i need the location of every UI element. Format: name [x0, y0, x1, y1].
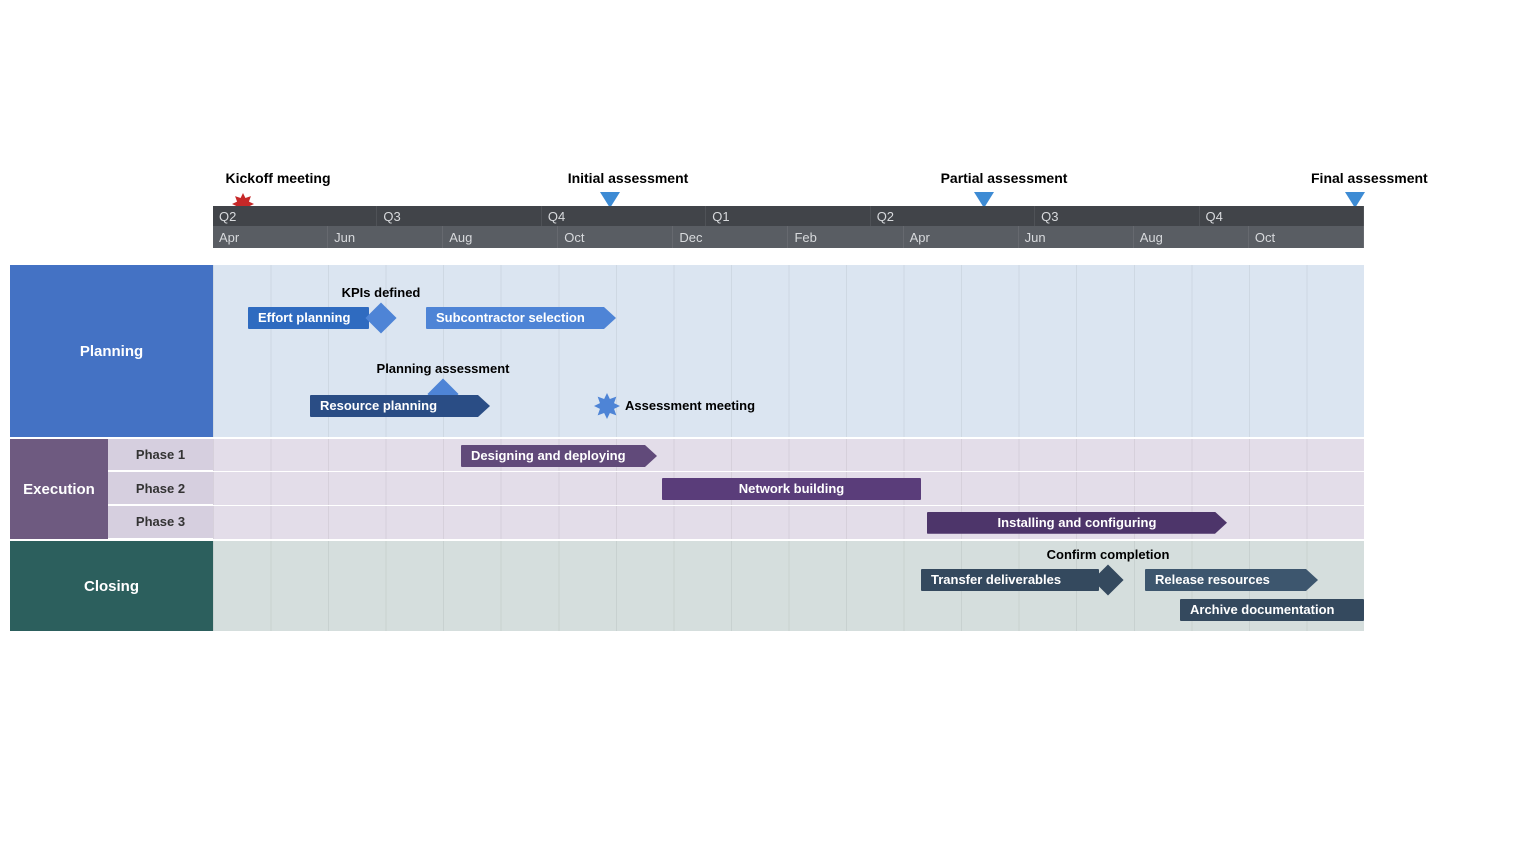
burst-icon: [594, 393, 620, 419]
task-release-resources: Release resources: [1145, 569, 1318, 591]
lane-body-closing: Transfer deliverables Confirm completion…: [213, 541, 1364, 631]
quarter-cell: Q4: [1200, 206, 1364, 226]
phase-body-2: Network building: [213, 472, 1364, 504]
month-cell: Aug: [1134, 226, 1249, 248]
milestone-label-partial: Partial assessment: [941, 170, 1068, 186]
phase-head-1: Phase 1: [108, 439, 213, 471]
quarter-cell: Q4: [542, 206, 706, 226]
month-cell: Feb: [788, 226, 903, 248]
milestone-label-final: Final assessment: [1311, 170, 1428, 186]
lane-execution: Execution Phase 1 Designing and deployin…: [10, 439, 1364, 541]
month-cell: Jun: [1019, 226, 1134, 248]
milestone-label-planning-assessment: Planning assessment: [377, 361, 510, 376]
month-cell: Dec: [673, 226, 788, 248]
phase-body-1: Designing and deploying: [213, 439, 1364, 471]
lane-head-execution: Execution: [10, 439, 108, 539]
quarter-cell: Q1: [706, 206, 870, 226]
month-cell: Oct: [1249, 226, 1364, 248]
milestone-label-kpis: KPIs defined: [342, 285, 421, 300]
milestone-label-kickoff: Kickoff meeting: [225, 170, 330, 186]
quarter-row: Q2 Q3 Q4 Q1 Q2 Q3 Q4: [213, 206, 1364, 226]
task-network-building: Network building: [662, 478, 921, 500]
month-cell: Apr: [904, 226, 1019, 248]
quarter-cell: Q2: [213, 206, 377, 226]
lane-head-closing: Closing: [10, 541, 213, 631]
task-resource-planning: Resource planning: [310, 395, 490, 417]
phase-body-3: Installing and configuring: [213, 506, 1364, 539]
task-installing-configuring: Installing and configuring: [927, 512, 1227, 534]
lane-body-planning: Effort planning KPIs defined Subcontract…: [213, 265, 1364, 437]
quarter-cell: Q3: [1035, 206, 1199, 226]
milestone-label-confirm-completion: Confirm completion: [1047, 547, 1170, 562]
quarter-cell: Q3: [377, 206, 541, 226]
swimlanes: Planning Effort planning KPIs defined Su…: [10, 265, 1364, 633]
month-cell: Oct: [558, 226, 673, 248]
month-row: Apr Jun Aug Oct Dec Feb Apr Jun Aug Oct: [213, 226, 1364, 248]
milestone-label-initial: Initial assessment: [568, 170, 689, 186]
phase-head-2: Phase 2: [108, 472, 213, 504]
task-designing-deploying: Designing and deploying: [461, 445, 657, 467]
task-archive-documentation: Archive documentation: [1180, 599, 1364, 621]
diamond-icon: [365, 302, 396, 333]
timeline-header: Q2 Q3 Q4 Q1 Q2 Q3 Q4 Apr Jun Aug Oct Dec…: [213, 206, 1364, 248]
event-label-assessment-meeting: Assessment meeting: [625, 398, 755, 413]
lane-closing: Closing Transfer deliverables Confirm co…: [10, 541, 1364, 633]
month-cell: Apr: [213, 226, 328, 248]
phase-head-3: Phase 3: [108, 506, 213, 539]
task-effort-planning: Effort planning: [248, 307, 369, 329]
lane-planning: Planning Effort planning KPIs defined Su…: [10, 265, 1364, 439]
execution-phases: Phase 1 Designing and deploying Phase 2 …: [108, 439, 1364, 539]
month-cell: Aug: [443, 226, 558, 248]
task-subcontractor-selection: Subcontractor selection: [426, 307, 616, 329]
lane-head-planning: Planning: [10, 265, 213, 437]
task-transfer-deliverables: Transfer deliverables: [921, 569, 1099, 591]
month-cell: Jun: [328, 226, 443, 248]
quarter-cell: Q2: [871, 206, 1035, 226]
